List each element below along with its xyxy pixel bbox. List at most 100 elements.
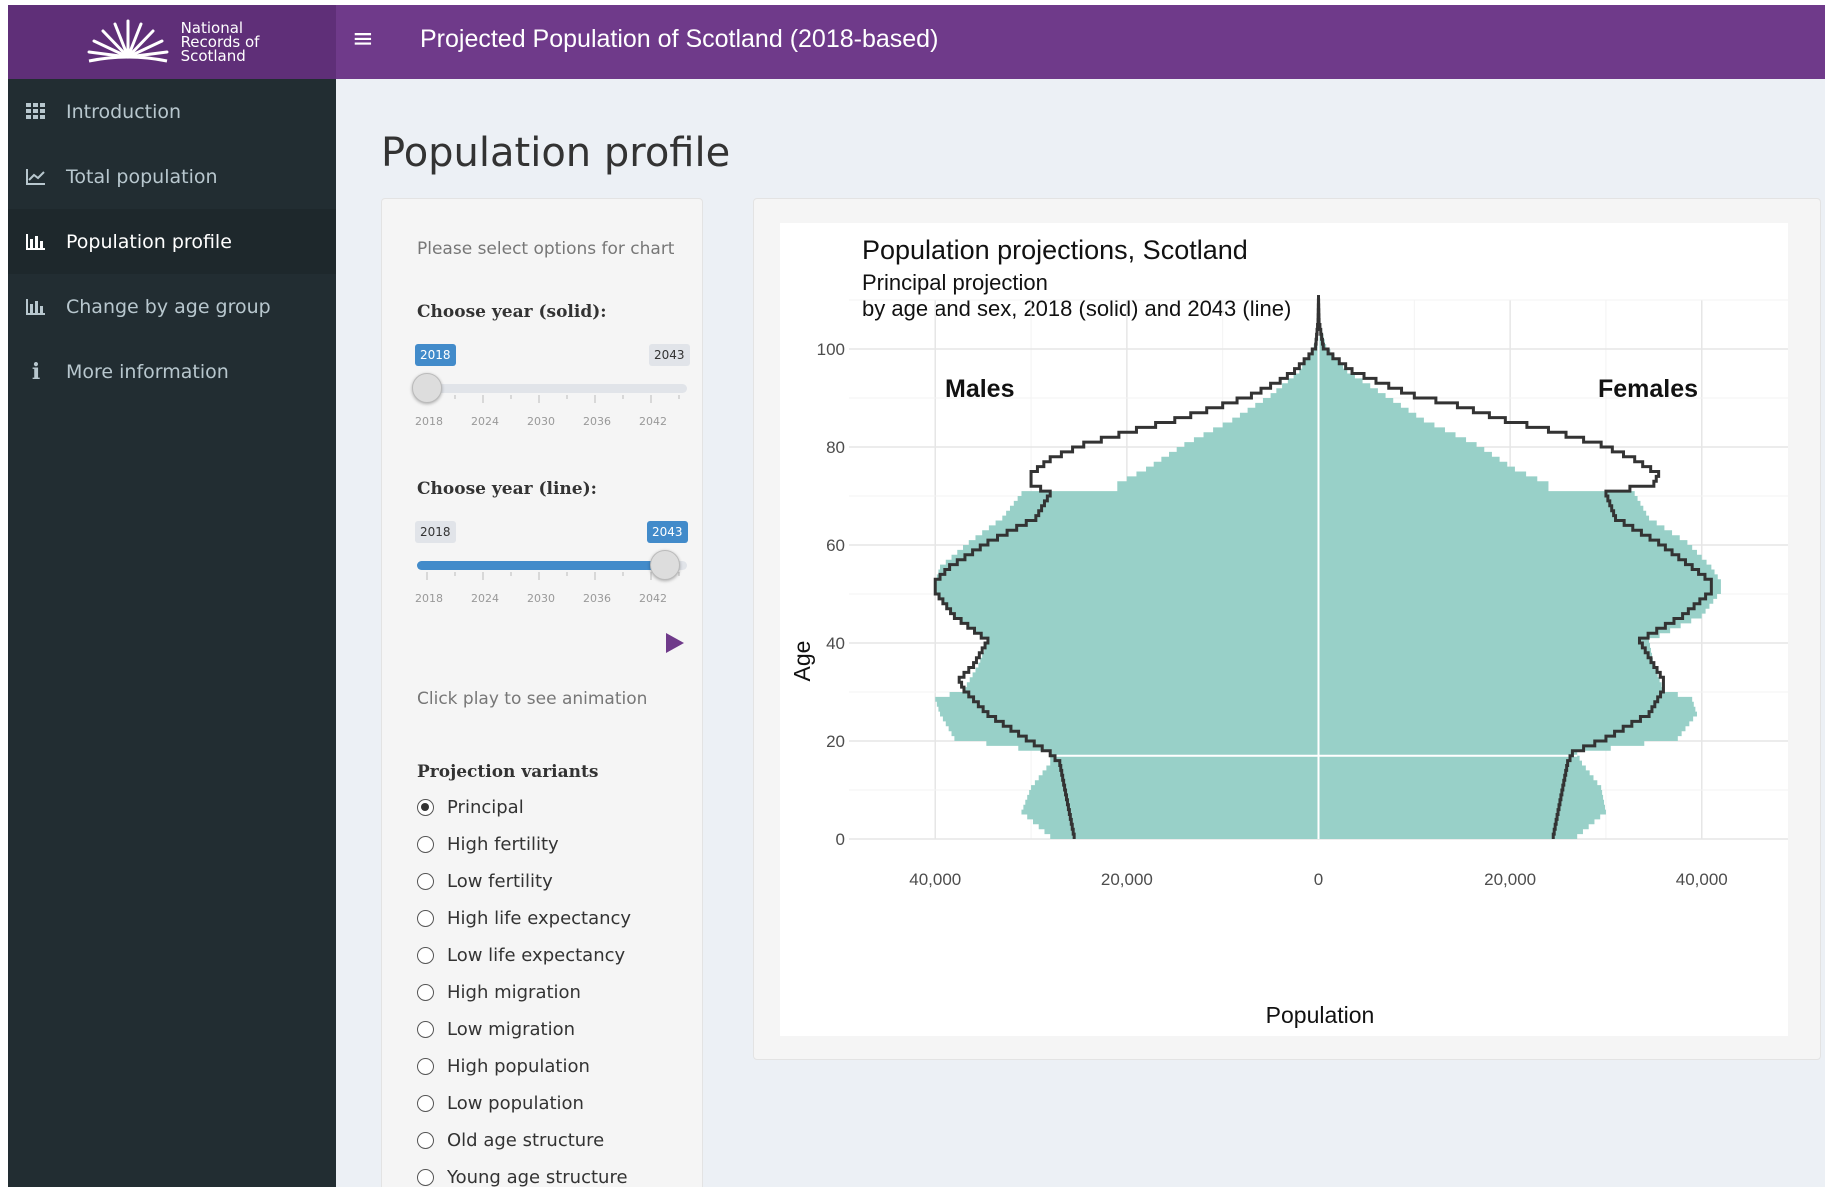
population-pyramid-chart: Population projections, Scotland Princip… bbox=[780, 223, 1788, 1036]
x-tick-label: 20,000 bbox=[1484, 870, 1536, 889]
radio-high-life-expectancy[interactable]: High life expectancy bbox=[417, 908, 631, 929]
sidebar-item-label: Introduction bbox=[66, 100, 182, 123]
y-tick-label: 20 bbox=[826, 732, 845, 751]
sidebar-item-population-profile[interactable]: Population profile bbox=[8, 209, 336, 274]
slider-line-tick: 2042 bbox=[639, 592, 667, 605]
males-label: Males bbox=[945, 375, 1014, 403]
sidebar-item-introduction[interactable]: Introduction bbox=[8, 79, 336, 144]
radio-high-population[interactable]: High population bbox=[417, 1056, 590, 1077]
app-title: Projected Population of Scotland (2018-b… bbox=[420, 25, 939, 53]
top-header: National Records of Scotland ≡ Projected… bbox=[8, 5, 1825, 79]
radio-button[interactable] bbox=[417, 1058, 434, 1075]
y-axis-label: Age bbox=[789, 641, 815, 682]
slider-line-label: Choose year (line): bbox=[417, 479, 597, 499]
slider-solid-max: 2043 bbox=[649, 344, 690, 366]
radio-old-age-structure[interactable]: Old age structure bbox=[417, 1130, 604, 1151]
radio-button[interactable] bbox=[417, 910, 434, 927]
bar-chart-icon bbox=[24, 298, 48, 316]
radio-label: High fertility bbox=[447, 834, 559, 855]
slider-line-handle[interactable] bbox=[650, 550, 680, 580]
sidebar-item-label: Population profile bbox=[66, 230, 232, 253]
radio-low-population[interactable]: Low population bbox=[417, 1093, 584, 1114]
radio-label: Principal bbox=[447, 797, 524, 818]
slider-solid-tick: 2036 bbox=[583, 415, 611, 428]
chart-options-panel: Please select options for chart Choose y… bbox=[381, 198, 703, 1187]
radio-label: High population bbox=[447, 1056, 590, 1077]
sidebar: Introduction Total population Population… bbox=[8, 79, 336, 1187]
radio-principal[interactable]: Principal bbox=[417, 797, 524, 818]
slider-solid-tick: 2042 bbox=[639, 415, 667, 428]
play-hint: Click play to see animation bbox=[417, 689, 648, 709]
slider-solid-tick: 2024 bbox=[471, 415, 499, 428]
x-tick-label: 40,000 bbox=[1676, 870, 1728, 889]
x-axis-label: Population bbox=[1266, 1002, 1375, 1028]
slider-solid-tick: 2018 bbox=[415, 415, 443, 428]
slider-line-tick: 2024 bbox=[471, 592, 499, 605]
radio-button[interactable] bbox=[417, 836, 434, 853]
app-window: National Records of Scotland ≡ Projected… bbox=[8, 5, 1825, 1187]
grid-icon bbox=[24, 102, 48, 121]
slider-solid-ticks bbox=[426, 395, 680, 403]
y-tick-label: 0 bbox=[836, 830, 845, 849]
radio-low-fertility[interactable]: Low fertility bbox=[417, 871, 553, 892]
slider-solid-label: Choose year (solid): bbox=[417, 302, 607, 322]
play-icon[interactable] bbox=[664, 631, 686, 655]
radio-high-fertility[interactable]: High fertility bbox=[417, 834, 559, 855]
x-tick-label: 0 bbox=[1314, 870, 1323, 889]
chart-title: Population projections, Scotland bbox=[862, 235, 1248, 265]
radio-button[interactable] bbox=[417, 1021, 434, 1038]
sidebar-item-total-population[interactable]: Total population bbox=[8, 144, 336, 209]
radio-label: Low migration bbox=[447, 1019, 576, 1040]
slider-solid-handle[interactable] bbox=[412, 373, 442, 403]
slider-solid-track[interactable] bbox=[417, 384, 687, 393]
sidebar-item-change-by-age-group[interactable]: Change by age group bbox=[8, 274, 336, 339]
y-tick-label: 60 bbox=[826, 536, 845, 555]
radio-low-life-expectancy[interactable]: Low life expectancy bbox=[417, 945, 625, 966]
slider-line-tick: 2036 bbox=[583, 592, 611, 605]
variants-label: Projection variants bbox=[417, 762, 599, 782]
sunburst-logo-icon bbox=[87, 19, 169, 63]
bar-chart-icon bbox=[24, 233, 48, 251]
radio-button[interactable] bbox=[417, 799, 434, 816]
slider-line-range bbox=[417, 561, 667, 570]
slider-line-ticks bbox=[426, 572, 680, 580]
radio-label: High life expectancy bbox=[447, 908, 632, 929]
radio-label: Low population bbox=[447, 1093, 584, 1114]
nrs-logo[interactable]: National Records of Scotland bbox=[8, 5, 336, 79]
radio-button[interactable] bbox=[417, 1132, 434, 1149]
slider-line-tick: 2030 bbox=[527, 592, 555, 605]
slider-line-tick: 2018 bbox=[415, 592, 443, 605]
sidebar-item-more-information[interactable]: i More information bbox=[8, 339, 336, 404]
radio-button[interactable] bbox=[417, 1169, 434, 1186]
slider-solid-tick: 2030 bbox=[527, 415, 555, 428]
radio-label: Low fertility bbox=[447, 871, 553, 892]
logo-line-3: Scotland bbox=[180, 47, 246, 65]
radio-button[interactable] bbox=[417, 947, 434, 964]
line-chart-icon bbox=[24, 168, 48, 186]
radio-button[interactable] bbox=[417, 984, 434, 1001]
sidebar-item-label: Total population bbox=[66, 165, 218, 188]
slider-solid-value: 2018 bbox=[415, 344, 456, 366]
x-tick-label: 40,000 bbox=[909, 870, 961, 889]
sidebar-item-label: More information bbox=[66, 360, 229, 383]
info-icon: i bbox=[31, 358, 41, 385]
slider-line-min: 2018 bbox=[415, 521, 456, 543]
radio-young-age-structure[interactable]: Young age structure bbox=[417, 1167, 628, 1187]
sidebar-item-label: Change by age group bbox=[66, 295, 271, 318]
radio-high-migration[interactable]: High migration bbox=[417, 982, 581, 1003]
page-title: Population profile bbox=[381, 130, 731, 176]
females-label: Females bbox=[1598, 375, 1698, 403]
logo-text: National Records of Scotland bbox=[180, 21, 260, 65]
y-tick-label: 100 bbox=[817, 340, 845, 359]
radio-label: Low life expectancy bbox=[447, 945, 626, 966]
options-intro: Please select options for chart bbox=[417, 239, 675, 259]
slider-line-value: 2043 bbox=[647, 521, 688, 543]
radio-low-migration[interactable]: Low migration bbox=[417, 1019, 575, 1040]
hamburger-icon[interactable]: ≡ bbox=[352, 24, 374, 54]
x-tick-label: 20,000 bbox=[1101, 870, 1153, 889]
radio-label: Old age structure bbox=[447, 1130, 605, 1151]
y-tick-label: 80 bbox=[826, 438, 845, 457]
y-tick-label: 40 bbox=[826, 634, 845, 653]
radio-button[interactable] bbox=[417, 873, 434, 890]
radio-button[interactable] bbox=[417, 1095, 434, 1112]
